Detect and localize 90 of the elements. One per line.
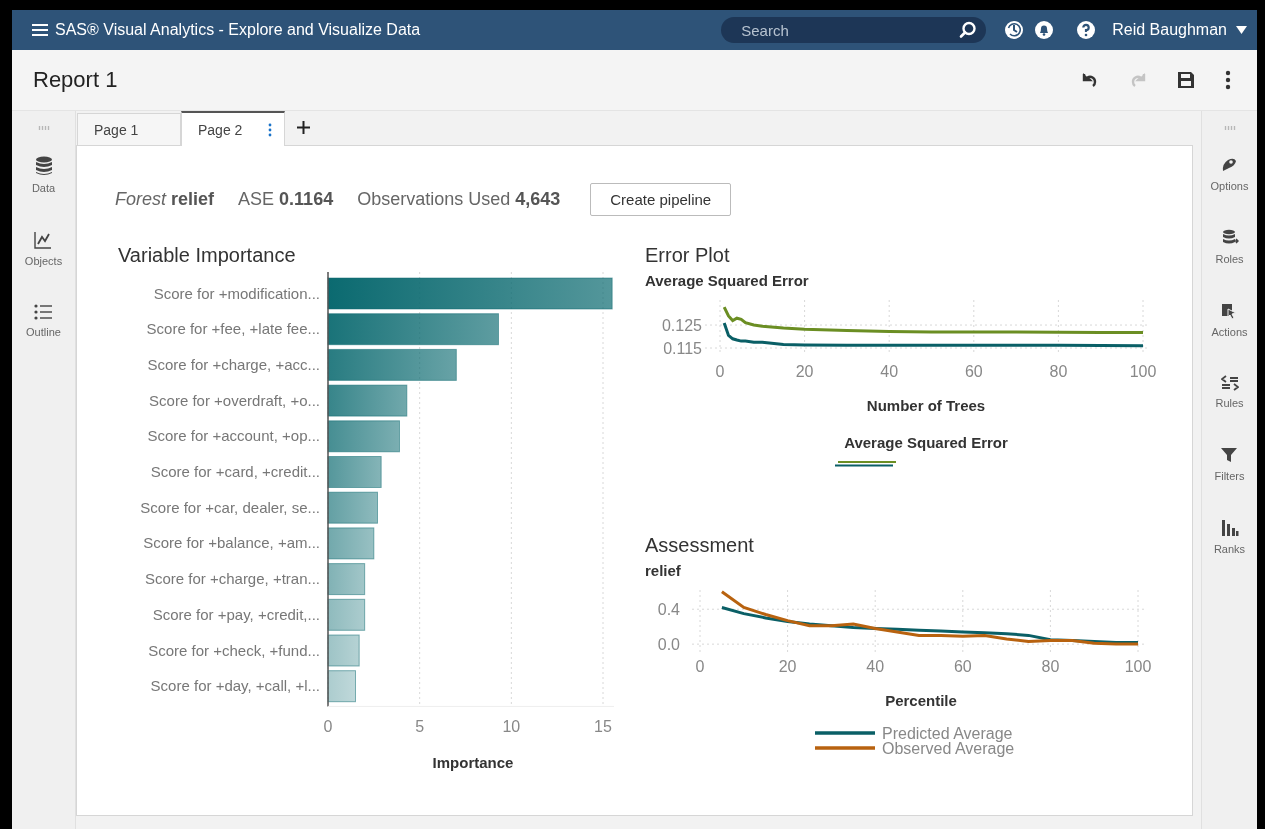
- cursor-icon: [1220, 302, 1239, 320]
- more-icon: [1225, 70, 1231, 90]
- category-label: Score for +balance, +am...: [143, 534, 320, 552]
- chart-title: Variable Importance: [118, 244, 297, 268]
- palette-icon: [1220, 156, 1239, 174]
- category-label: Score for +day, +call, +l...: [150, 677, 320, 695]
- axis-tick-label: 0.125: [661, 317, 702, 335]
- axis-tick-label: 60: [964, 363, 983, 380]
- sidebar-item[interactable]: Filters: [1214, 442, 1245, 486]
- chart-subtitle: Average Squared Error: [645, 272, 810, 291]
- save-icon: [1177, 71, 1195, 89]
- axis-tick-label: 100: [1124, 658, 1152, 675]
- axis-title: Importance: [432, 754, 514, 772]
- category-label: Score for +charge, +acc...: [147, 355, 320, 373]
- app-title: SAS® Visual Analytics - Explore and Visualize Data: [55, 21, 422, 39]
- page-tab[interactable]: Page 1: [77, 113, 181, 145]
- category-label: Score for +pay, +credit,...: [152, 605, 320, 623]
- legend-swatch: [815, 731, 875, 735]
- category-label: Score for +account, +op...: [147, 427, 320, 445]
- category-label: Score for +check, +fund...: [148, 641, 320, 659]
- caret-icon: [1236, 26, 1247, 34]
- database-icon: [34, 156, 53, 176]
- sidebar-item[interactable]: Outline: [26, 300, 61, 342]
- category-label: Score for +card, +credit...: [150, 463, 320, 480]
- category-label: Score for +charge, +tran...: [144, 570, 320, 588]
- observations-count: Observations Used 4,643: [357, 188, 561, 210]
- category-label: Score for +modification...: [153, 284, 320, 302]
- category-label: Score for +car, dealer, se...: [140, 498, 320, 516]
- sidebar-item[interactable]: Ranks: [1213, 515, 1246, 559]
- rules-icon: [1220, 375, 1239, 391]
- menu-icon[interactable]: [32, 23, 48, 37]
- create-pipeline-button[interactable]: Create pipeline: [590, 182, 732, 216]
- sidebar-item[interactable]: Options: [1210, 152, 1249, 196]
- bar: [327, 491, 378, 524]
- page-tab[interactable]: Page 2: [181, 111, 285, 146]
- user-menu[interactable]: Reid Baughman: [1106, 21, 1247, 39]
- axis-tick-label: 15: [594, 718, 612, 736]
- bar: [327, 563, 366, 596]
- help-icon[interactable]: [1076, 20, 1097, 40]
- chart-title: Assessment: [645, 534, 755, 558]
- sidebar-item[interactable]: Rules: [1215, 371, 1244, 413]
- ase-value: ASE 0.1164: [238, 188, 334, 210]
- bar: [327, 598, 366, 631]
- axis-tick-label: 60: [953, 658, 972, 675]
- legend-label: Predicted Average: [882, 725, 1013, 742]
- model-name: Forest relief: [115, 188, 215, 210]
- chart-subtitle: relief: [645, 562, 682, 581]
- axis-tick-label: 40: [866, 658, 885, 675]
- history-icon[interactable]: [1004, 20, 1025, 40]
- axis-tick-label: 80: [1041, 658, 1060, 675]
- bar: [327, 670, 356, 703]
- legend-title: Average Squared Error: [844, 434, 1008, 451]
- axis-tick-label: 20: [778, 658, 797, 675]
- bar-chart-icon: [1220, 519, 1239, 537]
- axis-tick-label: 100: [1129, 363, 1157, 380]
- more-icon[interactable]: [268, 122, 272, 137]
- axis-tick-label: 0.115: [663, 340, 702, 358]
- category-label: Score for +fee, +late fee...: [146, 320, 320, 338]
- axis-title: Percentile: [885, 692, 957, 709]
- axis-tick-label: 0: [715, 363, 725, 380]
- bar: [327, 456, 382, 488]
- sidebar-item[interactable]: Roles: [1215, 225, 1244, 269]
- bar: [327, 634, 360, 667]
- search-field[interactable]: Search: [721, 17, 987, 43]
- search-icon[interactable]: [959, 21, 978, 39]
- undo-icon: [1081, 71, 1099, 89]
- axis-title: Number of Trees: [866, 397, 986, 414]
- axis-tick-label: 0.4: [657, 601, 680, 619]
- axis-tick-label: 0.0: [657, 636, 680, 654]
- sidebar-item[interactable]: Actions: [1211, 298, 1248, 342]
- filter-icon: [1220, 446, 1239, 464]
- axis-tick-label: 0: [323, 718, 333, 736]
- sidebar-item[interactable]: Objects: [24, 227, 63, 271]
- axis-tick-label: 80: [1049, 363, 1068, 380]
- bar: [327, 527, 375, 560]
- report-title: Report 1: [33, 67, 119, 93]
- axis-tick-label: 5: [415, 718, 425, 736]
- axis-tick-label: 40: [880, 363, 899, 380]
- axis-tick-label: 10: [502, 718, 521, 736]
- list-icon: [34, 304, 53, 320]
- chart-title: Error Plot: [645, 244, 731, 268]
- line-chart-icon: [34, 231, 53, 249]
- sidebar-item[interactable]: Data: [31, 152, 56, 198]
- add-icon[interactable]: [297, 121, 310, 134]
- bell-icon[interactable]: [1034, 20, 1055, 40]
- redo-icon: [1129, 71, 1147, 89]
- axis-tick-label: 0: [695, 658, 705, 675]
- axis-tick-label: 20: [795, 363, 814, 380]
- category-label: Score for +overdraft, +o...: [149, 391, 320, 409]
- legend-swatch: [815, 746, 875, 750]
